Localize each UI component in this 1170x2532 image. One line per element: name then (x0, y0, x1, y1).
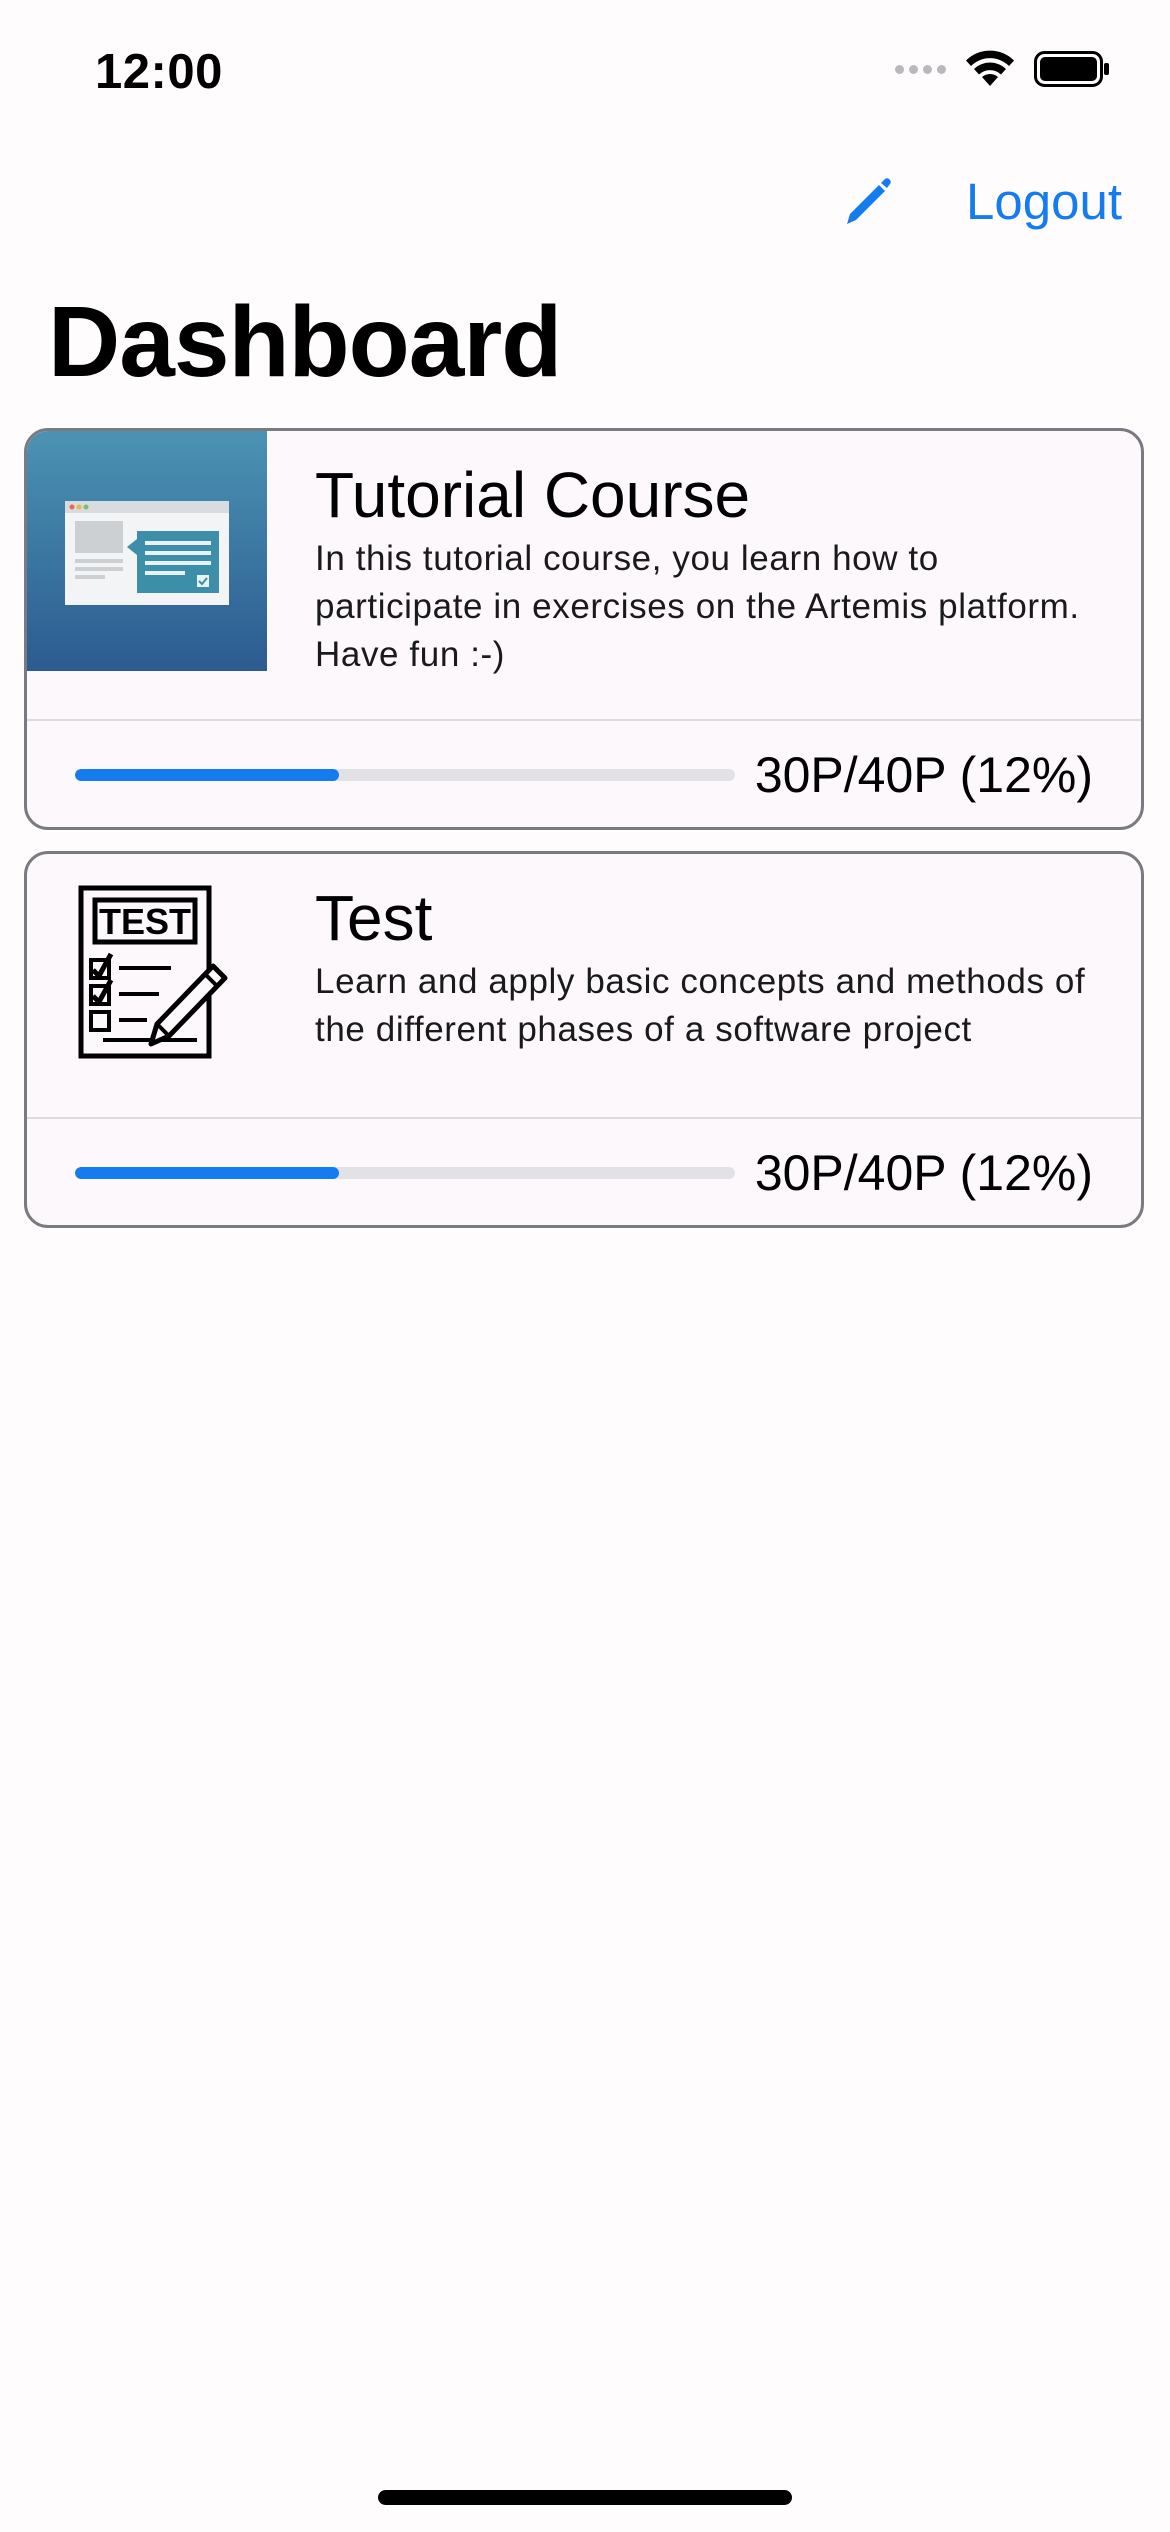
status-bar: 12:00 (0, 0, 1170, 140)
nav-actions: Logout (838, 172, 1122, 231)
test-icon-label: TEST (99, 901, 191, 942)
progress-label: 30P/40P (12%) (754, 1145, 1093, 1201)
course-card-header: TEST Test Learn and apply basic concepts… (27, 854, 1141, 1119)
test-checklist-icon: TEST (27, 854, 267, 1119)
browser-window-icon (65, 501, 229, 605)
course-progress-row: 30P/40P (12%) (27, 1119, 1141, 1225)
course-title: Tutorial Course (315, 459, 751, 531)
progress-bar (75, 769, 735, 781)
tutorial-course-image (27, 431, 267, 671)
status-icons (895, 50, 1110, 88)
course-progress-row: 30P/40P (12%) (27, 721, 1141, 827)
progress-label: 30P/40P (12%) (754, 747, 1093, 803)
course-title: Test (315, 882, 433, 954)
battery-icon (1034, 51, 1109, 87)
page-title: Dashboard (48, 286, 562, 398)
course-card-header: Tutorial Course In this tutorial course,… (27, 431, 1141, 721)
dashboard-screen: 12:00 Logout Dashboard Tutorial Course I… (0, 0, 1170, 2532)
course-card-text: Test Learn and apply basic concepts and … (267, 854, 1141, 1117)
wifi-icon (966, 50, 1014, 86)
edit-button[interactable] (838, 173, 896, 231)
progress-fill (75, 769, 339, 781)
course-description: In this tutorial course, you learn how t… (315, 539, 1080, 674)
course-description: Learn and apply basic concepts and metho… (315, 962, 1086, 1049)
status-time: 12:00 (95, 45, 223, 99)
logout-button[interactable]: Logout (966, 172, 1122, 231)
course-card-text: Tutorial Course In this tutorial course,… (267, 431, 1141, 719)
pencil-icon (847, 177, 891, 224)
cellular-signal-icon (895, 64, 946, 74)
home-indicator[interactable] (378, 2490, 792, 2505)
progress-fill (75, 1167, 339, 1179)
course-card-test[interactable]: TEST Test Learn and apply basic concepts… (24, 851, 1144, 1228)
course-card-tutorial[interactable]: Tutorial Course In this tutorial course,… (24, 428, 1144, 830)
progress-bar (75, 1167, 735, 1179)
